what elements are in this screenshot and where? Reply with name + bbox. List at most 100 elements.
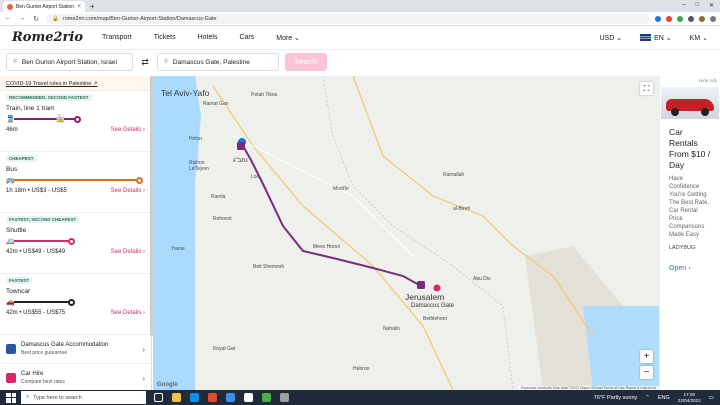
- new-tab-button[interactable]: +: [90, 1, 95, 12]
- mail-icon[interactable]: [226, 393, 235, 402]
- currency-selector[interactable]: USD ⌄: [600, 34, 623, 42]
- chevron-right-icon: ›: [143, 188, 145, 194]
- see-details-link[interactable]: See Details ›: [111, 310, 145, 316]
- route-meta: 46m See Details ›: [6, 127, 145, 133]
- map-label-holon: Holon: [189, 136, 203, 142]
- train-station-marker: [237, 142, 245, 150]
- language-selector[interactable]: EN ⌄: [640, 34, 672, 42]
- chevron-right-icon: ›: [143, 127, 145, 133]
- map-label-rehovot: Rehovot: [213, 216, 232, 222]
- system-tray: 76°F Partly sunny ⌃ ENG 17:00 22/04/2022…: [594, 392, 720, 404]
- zoom-out-button[interactable]: −: [640, 366, 653, 379]
- browser-tab[interactable]: Ben Gurion Airport Station to Da ×: [3, 1, 85, 12]
- route-price: US$49 - US$49: [23, 249, 66, 255]
- window-controls: – □ ✕: [676, 0, 720, 11]
- route-badge: RECOMMENDED, SECOND FASTEST: [6, 94, 92, 101]
- route-option[interactable]: RECOMMENDED, SECOND FASTEST Train, line …: [0, 91, 151, 152]
- nav-transport[interactable]: Transport: [102, 34, 132, 42]
- maximize-button[interactable]: □: [695, 2, 699, 9]
- from-field[interactable]: ⌾ Ben Gurion Airport Station, Israel: [6, 53, 133, 71]
- chrome-icon[interactable]: [208, 393, 217, 402]
- chevron-up-icon[interactable]: ⌃: [645, 395, 650, 401]
- browser-tab-strip: Ben Gurion Airport Station to Da × +: [0, 0, 720, 12]
- chevron-right-icon: ›: [142, 344, 145, 354]
- close-window-button[interactable]: ✕: [709, 2, 714, 9]
- weather-widget[interactable]: 76°F Partly sunny: [594, 395, 637, 401]
- settings-gear-icon[interactable]: [280, 393, 289, 402]
- puzzle-icon[interactable]: [688, 15, 694, 22]
- route-option[interactable]: CHEAPEST Bus 🚌 1h 18m • US$3 - US$5 See …: [0, 152, 151, 213]
- ad-body: Have Confidence You're Getting The Best …: [669, 176, 710, 238]
- search-row: ⌾ Ben Gurion Airport Station, Israel ⇄ ⌾…: [0, 51, 720, 73]
- profile-avatar[interactable]: [699, 15, 705, 22]
- extension-icon[interactable]: [677, 15, 683, 22]
- route-map[interactable]: Tel Aviv-Yafo Petah Tikva Ramat Gan Holo…: [153, 76, 659, 390]
- reload-icon[interactable]: ↻: [32, 15, 40, 23]
- ad-sidebar: Hide Ads Car Rentals From $10 / Day Have…: [659, 76, 720, 390]
- bookmark-star-icon[interactable]: [655, 15, 661, 22]
- task-view-icon[interactable]: [154, 393, 163, 402]
- search-icon: ⌕: [26, 394, 30, 400]
- route-mode: Shuttle: [6, 227, 27, 234]
- windows-start-icon[interactable]: [6, 392, 16, 403]
- car-wheel: [701, 108, 709, 116]
- close-tab-icon[interactable]: ×: [77, 4, 81, 10]
- forward-arrow-icon[interactable]: →: [18, 15, 26, 22]
- car-hire-link[interactable]: Car Hire Compare best rates ›: [0, 364, 151, 390]
- language-indicator[interactable]: ENG: [658, 395, 670, 401]
- rome2rio-logo[interactable]: Rome2rio: [12, 30, 90, 45]
- covid-rules-link[interactable]: COVID-19 Travel rules in Palestine ↗: [0, 76, 151, 91]
- extension-icon[interactable]: [666, 15, 672, 22]
- route-option[interactable]: FASTEST, SECOND CHEAPEST Shuttle 🚐 42m •…: [0, 213, 151, 274]
- currency-label: USD: [599, 34, 615, 42]
- account-initials: KM: [689, 34, 701, 42]
- route-duration: 1h 18m: [6, 188, 27, 194]
- nav-more[interactable]: More ⌄: [276, 34, 300, 42]
- file-explorer-icon[interactable]: [172, 393, 181, 402]
- route-duration: 42m: [6, 310, 18, 316]
- minimize-button[interactable]: –: [682, 2, 685, 9]
- route-line: [14, 301, 70, 303]
- language-label: EN: [654, 34, 664, 42]
- app-icon[interactable]: [262, 393, 271, 402]
- back-arrow-icon[interactable]: ←: [4, 15, 12, 22]
- map-label-nahalin: Nahalin: [383, 326, 400, 332]
- hide-ads-link[interactable]: Hide Ads: [660, 76, 720, 85]
- route-option[interactable]: FASTEST Towncar 🚗 42m • US$55 - US$75 Se…: [0, 274, 151, 335]
- url-field[interactable]: 🔒 rome2rio.com/map/Ben-Gurion-Airport-St…: [46, 13, 649, 24]
- map-label-jerusalem: Jerusalem: [405, 292, 445, 302]
- route-timeline: 🚆 🚋: [6, 114, 145, 124]
- taskbar-search[interactable]: ⌕ Type here to search: [21, 391, 146, 404]
- to-field[interactable]: ⌾ Damascus Gate, Palestine: [157, 53, 279, 71]
- swap-icon[interactable]: ⇄: [139, 57, 151, 68]
- accommodation-title: Damascus Gate Accommodation: [21, 342, 109, 348]
- kebab-menu-icon[interactable]: [710, 15, 716, 22]
- route-badge: CHEAPEST: [6, 155, 37, 162]
- tab-title: Ben Gurion Airport Station to Da: [16, 3, 75, 10]
- see-details-link[interactable]: See Details ›: [111, 249, 145, 255]
- clock[interactable]: 17:00 22/04/2022: [678, 392, 701, 404]
- ad-open-link[interactable]: Open ›: [660, 251, 720, 272]
- route-mode: Towncar: [6, 288, 31, 295]
- zoom-in-button[interactable]: +: [640, 350, 653, 363]
- site-header: Rome2rio Transport Tickets Hotels Cars M…: [0, 26, 720, 50]
- ad-car-image[interactable]: [661, 87, 719, 119]
- map-label-ramallah: Ramallah: [443, 172, 465, 178]
- store-icon[interactable]: [244, 393, 253, 402]
- nav-hotels[interactable]: Hotels: [198, 34, 218, 42]
- chevron-down-icon: ⌄: [616, 34, 623, 42]
- see-details-link[interactable]: See Details ›: [111, 127, 145, 133]
- car-wheel: [671, 108, 679, 116]
- nav-tickets[interactable]: Tickets: [154, 34, 176, 42]
- map-label-yavne: Yavne: [171, 246, 185, 252]
- edge-icon[interactable]: [190, 393, 199, 402]
- see-details-label: See Details: [110, 188, 142, 194]
- nav-cars[interactable]: Cars: [239, 34, 254, 42]
- ad-headline[interactable]: Car Rentals From $10 / Day: [660, 121, 720, 171]
- account-menu[interactable]: KM ⌄: [690, 34, 708, 42]
- search-button[interactable]: Search: [285, 53, 327, 71]
- fullscreen-button[interactable]: ⛶: [640, 82, 653, 95]
- notifications-icon[interactable]: ▭: [709, 395, 714, 401]
- see-details-link[interactable]: See Details ›: [111, 188, 145, 194]
- accommodation-link[interactable]: Damascus Gate Accommodation Best price g…: [0, 335, 151, 364]
